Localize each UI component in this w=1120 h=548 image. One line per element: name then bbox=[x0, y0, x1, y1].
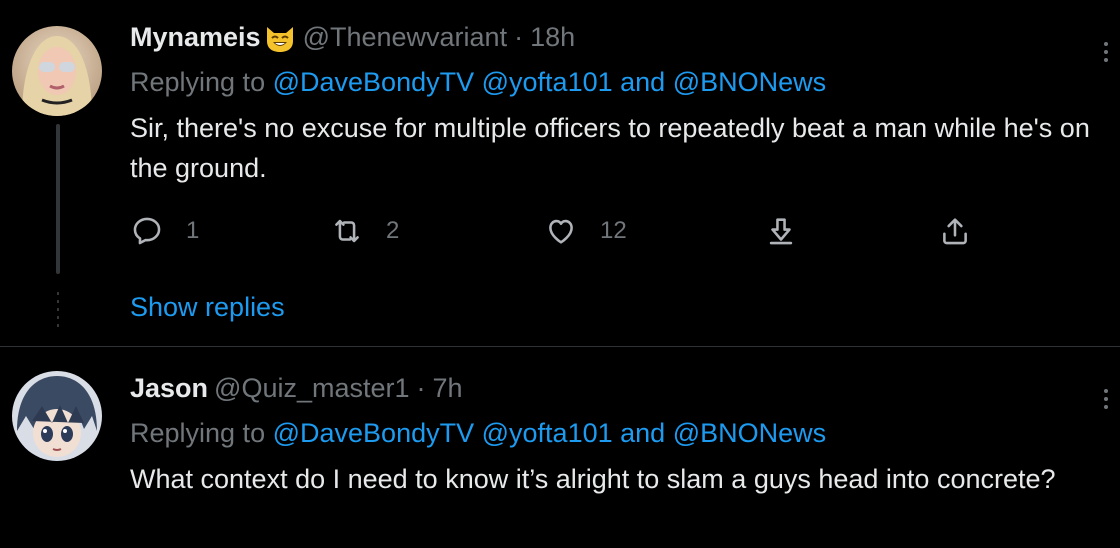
show-replies-link[interactable]: Show replies bbox=[130, 292, 285, 323]
replying-prefix: Replying to bbox=[130, 418, 266, 448]
more-options-icon[interactable] bbox=[1104, 42, 1110, 66]
thread-dots bbox=[57, 292, 59, 332]
mention-davebondytv[interactable]: @DaveBondyTV bbox=[273, 67, 475, 97]
tweet-text: What context do I need to know it’s alri… bbox=[130, 464, 1056, 494]
mention-bnonews[interactable]: @BNONews bbox=[673, 67, 826, 97]
reply-icon bbox=[133, 217, 161, 245]
avatar[interactable] bbox=[12, 371, 102, 461]
smiling-cat-emoji-icon bbox=[263, 23, 297, 53]
reply-count: 1 bbox=[186, 217, 200, 244]
replying-to: Replying to @DaveBondyTV @yofta101 and @… bbox=[130, 418, 826, 449]
handle[interactable]: @Quiz_master1 bbox=[214, 373, 409, 404]
reply-button[interactable]: 1 bbox=[130, 214, 199, 248]
tweet-mynameis[interactable]: Mynameis @Thenewvariant · 18h Replying t… bbox=[0, 0, 1120, 346]
timestamp[interactable]: 18h bbox=[530, 22, 575, 53]
separator-dot: · bbox=[416, 373, 426, 403]
handle[interactable]: @Thenewvariant bbox=[303, 22, 508, 53]
download-button[interactable] bbox=[764, 214, 798, 248]
share-button[interactable] bbox=[938, 214, 972, 248]
mention-davebondytv[interactable]: @DaveBondyTV bbox=[273, 418, 475, 448]
like-button[interactable]: 12 bbox=[544, 214, 627, 248]
avatar[interactable] bbox=[12, 26, 102, 116]
tweet-text: Sir, there's no excuse for multiple offi… bbox=[130, 113, 1090, 183]
heart-icon bbox=[549, 219, 573, 244]
share-icon bbox=[943, 218, 967, 245]
display-name[interactable]: Mynameis bbox=[130, 22, 261, 53]
download-icon bbox=[769, 218, 793, 245]
tweet-actions: 1 2 12 bbox=[130, 214, 980, 254]
thread-line bbox=[56, 124, 60, 274]
tweet-header: Mynameis @Thenewvariant · 18h bbox=[130, 22, 575, 53]
display-name[interactable]: Jason bbox=[130, 373, 208, 404]
and-text: and bbox=[620, 67, 666, 97]
mention-bnonews[interactable]: @BNONews bbox=[673, 418, 826, 448]
replying-to: Replying to @DaveBondyTV @yofta101 and @… bbox=[130, 67, 826, 98]
tweet-header: Jason @Quiz_master1 · 7h bbox=[130, 373, 463, 404]
retweet-count: 2 bbox=[386, 217, 400, 244]
more-options-icon[interactable] bbox=[1104, 389, 1110, 413]
like-count: 12 bbox=[600, 217, 627, 244]
timestamp[interactable]: 7h bbox=[433, 373, 463, 404]
replying-prefix: Replying to bbox=[130, 67, 266, 97]
retweet-icon bbox=[335, 219, 359, 243]
mention-yofta101[interactable]: @yofta101 bbox=[482, 418, 613, 448]
mention-yofta101[interactable]: @yofta101 bbox=[482, 67, 613, 97]
tweet-jason[interactable]: Jason @Quiz_master1 · 7h Replying to @Da… bbox=[0, 347, 1120, 548]
and-text: and bbox=[620, 418, 666, 448]
separator-dot: · bbox=[514, 22, 524, 52]
retweet-button[interactable]: 2 bbox=[330, 214, 399, 248]
